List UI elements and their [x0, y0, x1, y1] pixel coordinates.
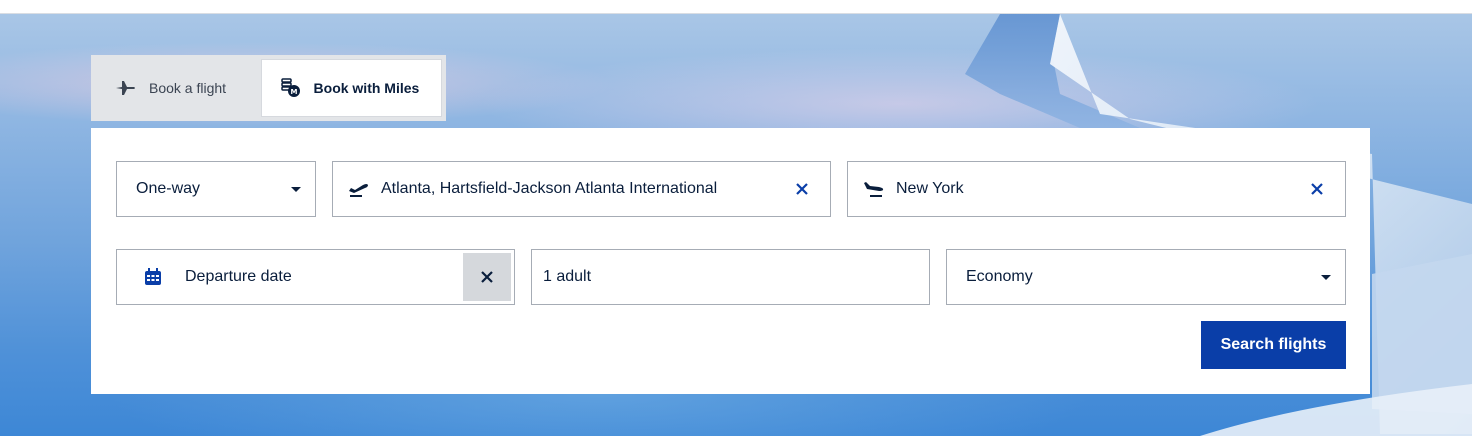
- chevron-down-icon: [1321, 275, 1331, 280]
- passengers-field[interactable]: 1 adult: [531, 249, 930, 305]
- passengers-value: 1 adult: [543, 268, 592, 285]
- svg-text:M: M: [290, 88, 297, 96]
- landing-icon: [862, 178, 886, 200]
- clear-origin-button[interactable]: [792, 179, 812, 199]
- booking-tabs: Book a flight M Book with Miles: [91, 55, 446, 121]
- chevron-down-icon: [291, 187, 301, 192]
- destination-value: New York: [896, 180, 964, 197]
- departure-date-placeholder: Departure date: [185, 268, 292, 285]
- tab-label: Book a flight: [149, 80, 227, 96]
- tab-book-with-miles[interactable]: M Book with Miles: [260, 59, 442, 117]
- calendar-icon: [141, 266, 165, 288]
- clear-destination-button[interactable]: [1307, 179, 1327, 199]
- search-flights-button[interactable]: Search flights: [1201, 321, 1346, 369]
- close-icon: [1311, 183, 1323, 195]
- trip-type-select[interactable]: One-way: [116, 161, 316, 217]
- miles-coins-icon: M: [280, 77, 302, 99]
- top-bar: [0, 0, 1472, 14]
- tab-label: Book with Miles: [313, 80, 420, 96]
- airplane-icon: [115, 77, 137, 99]
- close-icon: [481, 271, 493, 283]
- takeoff-icon: [347, 178, 371, 200]
- cabin-value: Economy: [966, 268, 1033, 285]
- origin-field[interactable]: Atlanta, Hartsfield-Jackson Atlanta Inte…: [332, 161, 831, 217]
- destination-field[interactable]: New York: [847, 161, 1346, 217]
- close-icon: [796, 183, 808, 195]
- departure-date-field[interactable]: Departure date: [116, 249, 515, 305]
- tab-book-a-flight[interactable]: Book a flight: [95, 59, 261, 117]
- origin-value: Atlanta, Hartsfield-Jackson Atlanta Inte…: [381, 180, 718, 197]
- trip-type-value: One-way: [136, 180, 201, 197]
- clear-date-button[interactable]: [463, 253, 511, 301]
- cabin-class-select[interactable]: Economy: [946, 249, 1346, 305]
- flight-search-form: One-way Atlanta, Hartsfield-Jackson Atla…: [91, 128, 1370, 394]
